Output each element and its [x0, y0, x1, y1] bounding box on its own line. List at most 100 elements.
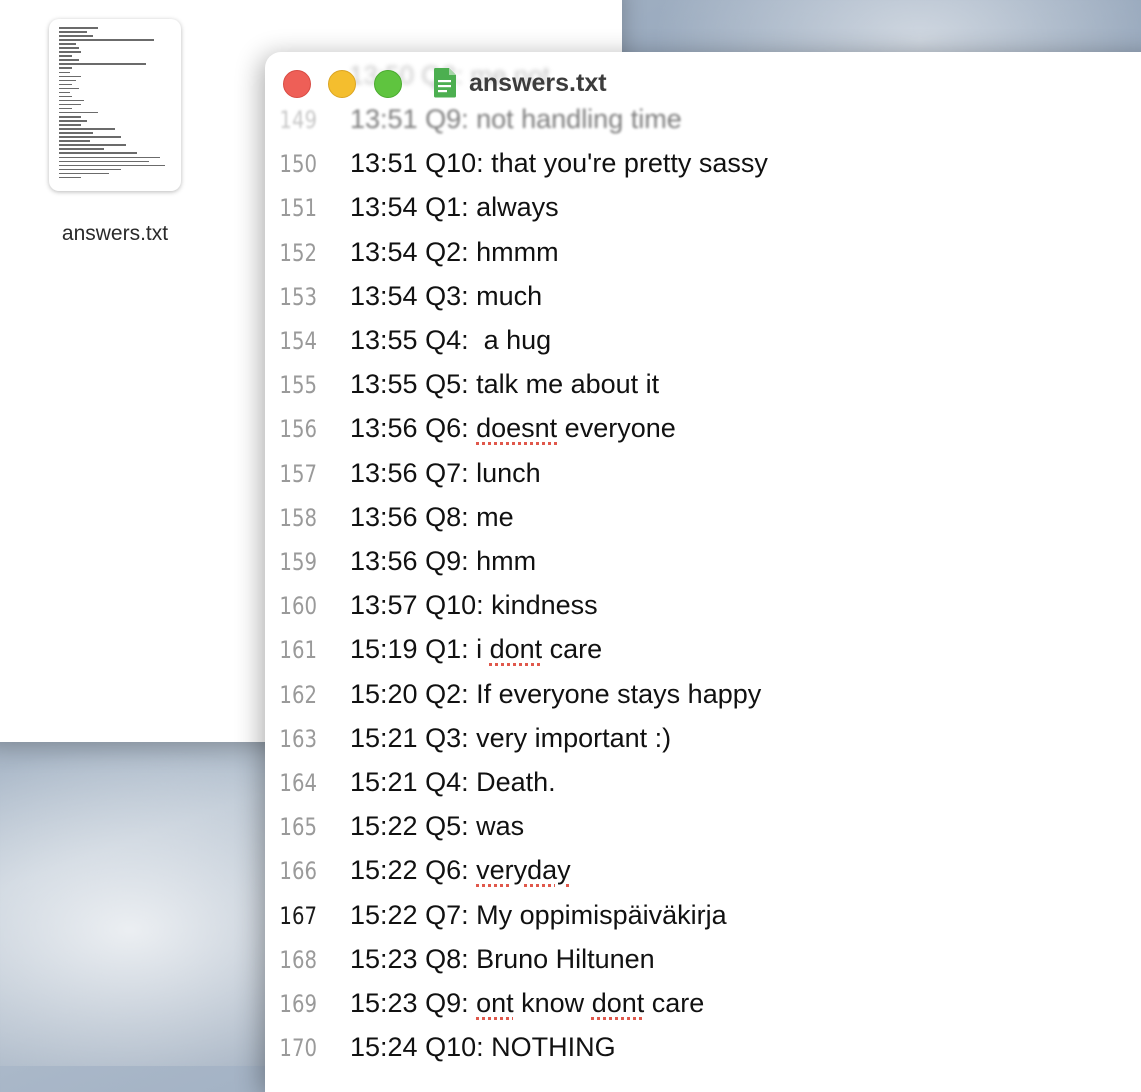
line-text[interactable]: 13:51 Q10: that you're pretty sassy — [350, 148, 768, 179]
thumbnail-line — [59, 152, 138, 154]
text-line[interactable]: 159 13:56 Q9: hmm — [265, 546, 1141, 592]
text-line[interactable]: 162 15:20 Q2: If everyone stays happy — [265, 679, 1141, 725]
text-segment: 13:54 Q3: much — [350, 280, 543, 311]
thumbnail-line — [59, 71, 71, 74]
line-text[interactable]: 13:55 Q4: a hug — [350, 325, 551, 356]
line-text[interactable]: 15:21 Q4: Death. — [350, 767, 556, 798]
text-segment: care — [644, 988, 705, 1018]
text-segment: 13:56 Q6: — [350, 413, 477, 444]
line-number: 156 — [279, 415, 317, 444]
thumbnail-line — [59, 39, 155, 41]
line-text[interactable]: 13:54 Q3: much — [350, 281, 542, 312]
misspelled-word: dont — [591, 988, 645, 1018]
line-text[interactable]: 15:23 Q9: ont know dont care — [350, 988, 704, 1019]
thumbnail-line — [59, 128, 115, 130]
thumbnail-line — [59, 144, 127, 146]
minimize-button[interactable] — [328, 70, 356, 98]
line-text[interactable]: 15:22 Q7: My oppimispäiväkirja — [350, 900, 727, 931]
line-number: 161 — [279, 636, 317, 665]
text-line[interactable]: 161 15:19 Q1: i dont care — [265, 634, 1141, 680]
text-line[interactable]: 168 15:23 Q8: Bruno Hiltunen — [265, 944, 1141, 990]
text-segment: 13:57 Q10: kindness — [350, 590, 598, 621]
thumbnail-line — [59, 156, 160, 158]
maximize-button[interactable] — [374, 70, 402, 98]
text-line[interactable]: 160 13:57 Q10: kindness — [265, 590, 1141, 636]
line-text[interactable]: 13:56 Q9: hmm — [350, 546, 536, 577]
text-line[interactable]: 151 13:54 Q1: always — [265, 192, 1141, 238]
text-line[interactable]: 167 15:22 Q7: My oppimispäiväkirja — [265, 900, 1141, 946]
line-text[interactable]: 15:24 Q10: NOTHING — [350, 1032, 616, 1063]
thumbnail-line — [59, 31, 87, 33]
line-text[interactable]: 15:23 Q8: Bruno Hiltunen — [350, 944, 655, 975]
line-text[interactable]: 13:55 Q5: talk me about it — [350, 369, 659, 400]
desktop: answers.txt 13:50 Q8: me not answers.txt… — [0, 0, 1141, 1092]
text-segment: 15:21 Q3: very important :) — [350, 722, 672, 753]
line-number: 151 — [279, 194, 317, 223]
text-segment: 15:21 Q4: Death. — [350, 767, 556, 797]
line-number: 150 — [279, 150, 317, 179]
text-editor-window[interactable]: 13:50 Q8: me not answers.txt 14913:51 Q9… — [265, 52, 1141, 1092]
file-item[interactable] — [49, 19, 181, 193]
thumbnail-line — [59, 120, 87, 122]
thumbnail-line — [59, 140, 91, 142]
line-number: 157 — [279, 459, 317, 488]
text-segment: know — [513, 988, 592, 1018]
line-text[interactable]: 13:57 Q10: kindness — [350, 590, 598, 621]
file-name-label: answers.txt — [61, 222, 169, 245]
text-line[interactable]: 154 13:55 Q4: a hug — [265, 325, 1141, 371]
thumbnail-line — [59, 160, 149, 163]
line-text[interactable]: 15:22 Q6: veryday — [350, 855, 571, 886]
line-text[interactable]: 15:20 Q2: If everyone stays happy — [350, 679, 761, 710]
thumbnail-line — [59, 63, 147, 65]
line-number: 166 — [279, 857, 317, 886]
line-text[interactable]: 13:56 Q8: me — [350, 502, 514, 533]
text-line[interactable]: 170 15:24 Q10: NOTHING — [265, 1032, 1141, 1078]
text-line[interactable]: 165 15:22 Q5: was — [265, 811, 1141, 857]
thumbnail-line — [59, 43, 76, 45]
line-text[interactable]: 13:54 Q2: hmmm — [350, 237, 559, 268]
text-segment: 13:55 Q5: talk me about it — [350, 369, 660, 400]
text-line[interactable]: 169 15:23 Q9: ont know dont care — [265, 988, 1141, 1034]
line-text[interactable]: 15:21 Q3: very important :) — [350, 723, 671, 754]
line-number: 158 — [279, 503, 317, 532]
line-number: 154 — [279, 327, 317, 355]
line-text[interactable]: 13:56 Q6: doesnt everyone — [350, 413, 676, 444]
thumbnail-line — [59, 95, 73, 98]
text-line[interactable]: 155 13:55 Q5: talk me about it — [265, 369, 1141, 415]
thumbnail-line — [59, 111, 99, 114]
window-title-text: answers.txt — [469, 69, 607, 97]
line-number: 152 — [279, 238, 317, 267]
window-titlebar[interactable]: 13:50 Q8: me not answers.txt — [265, 52, 1141, 116]
line-number: 167 — [279, 901, 317, 930]
text-segment: 15:22 Q5: was — [350, 811, 525, 842]
text-line[interactable]: 152 13:54 Q2: hmmm — [265, 237, 1141, 283]
text-line[interactable]: 150 13:51 Q10: that you're pretty sassy — [265, 148, 1141, 194]
line-number: 165 — [279, 813, 317, 842]
text-line[interactable]: 163 15:21 Q3: very important :) — [265, 723, 1141, 769]
text-editor-content[interactable]: 149 13:51 Q9: not handling time 150 13:51 Q… — [265, 98, 1141, 1092]
text-line[interactable]: 164 15:21 Q4: Death. — [265, 767, 1141, 813]
close-button[interactable] — [283, 70, 311, 98]
line-text[interactable]: 15:19 Q1: i dont care — [350, 634, 602, 665]
line-text[interactable]: 13:56 Q7: lunch — [350, 458, 541, 489]
thumbnail-line — [59, 132, 93, 134]
thumbnail-line — [59, 172, 110, 175]
thumbnail-line — [59, 99, 84, 102]
line-number: 153 — [279, 282, 317, 311]
line-number: 162 — [279, 680, 317, 709]
line-number: 160 — [279, 592, 317, 621]
line-text[interactable]: 13:54 Q1: always — [350, 192, 559, 223]
text-line[interactable]: 166 15:22 Q6: veryday — [265, 855, 1141, 901]
text-document-icon — [433, 68, 456, 98]
thumbnail-line — [59, 83, 73, 86]
line-text[interactable]: 15:22 Q5: was — [350, 811, 524, 842]
text-line[interactable]: 158 13:56 Q8: me — [265, 502, 1141, 548]
text-line[interactable]: 153 13:54 Q3: much — [265, 281, 1141, 327]
misspelled-word: dont — [489, 634, 543, 665]
misspelled-word: veryday — [476, 855, 571, 886]
text-line[interactable]: 157 13:56 Q7: lunch — [265, 458, 1141, 504]
misspelled-word: ont — [476, 988, 514, 1018]
text-line[interactable]: 156 13:56 Q6: doesnt everyone — [265, 413, 1141, 459]
thumbnail-line — [59, 79, 76, 82]
text-segment: 15:23 Q8: Bruno Hiltunen — [350, 943, 655, 974]
